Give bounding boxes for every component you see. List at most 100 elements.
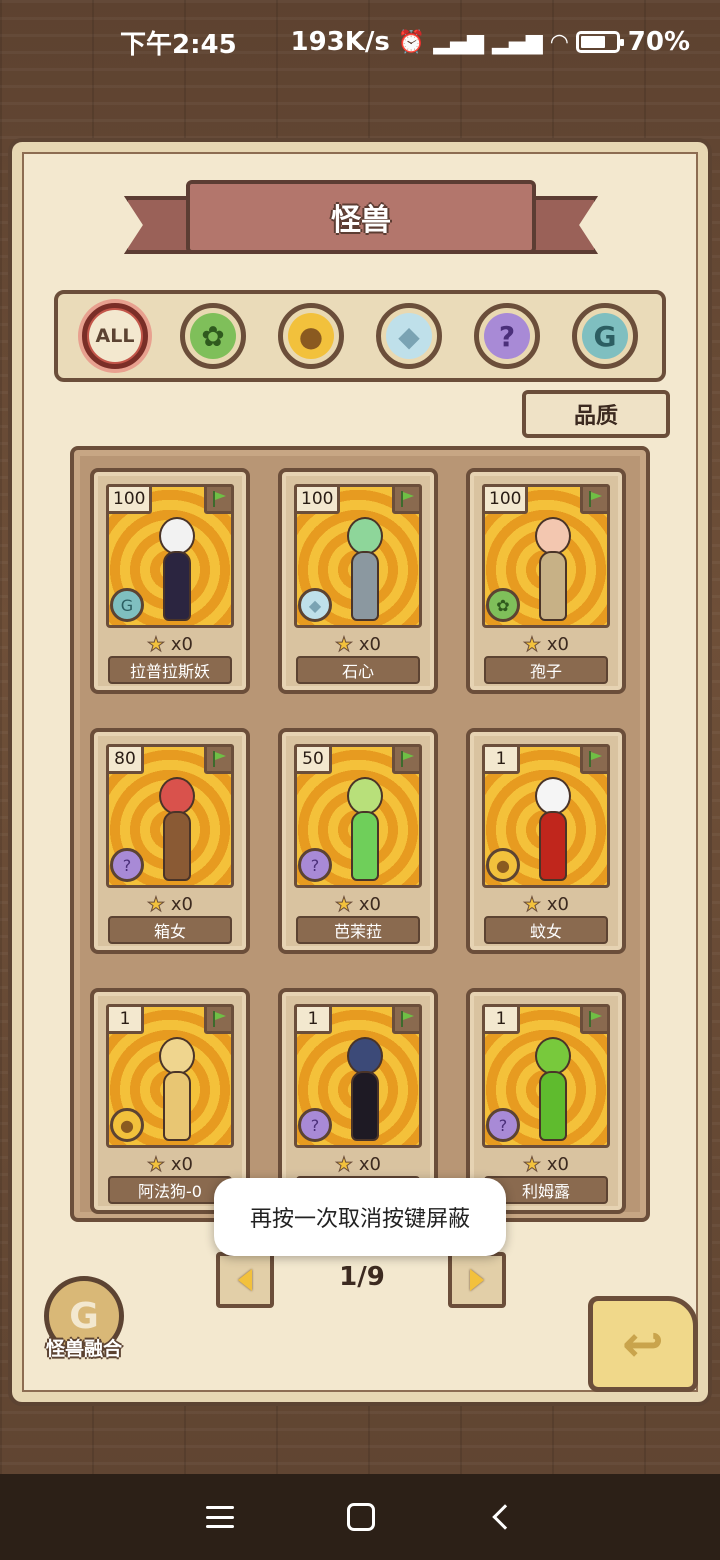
next-page-button[interactable] (448, 1252, 506, 1308)
arrow-right-icon (470, 1269, 484, 1291)
monster-name: 芭茉菈 (296, 916, 420, 944)
star-icon: ★ (334, 632, 353, 657)
monster-figure (151, 777, 201, 885)
network-speed: 193K/s (290, 27, 390, 57)
star-row: ★ x0 (470, 1152, 622, 1177)
flag-icon[interactable] (204, 1004, 234, 1034)
star-icon: ★ (146, 632, 165, 657)
signal-2-icon: ▂▄▆ (492, 29, 543, 55)
spiral-icon: G (582, 313, 628, 359)
page-indicator: 1/9 (339, 1262, 385, 1292)
flag-icon[interactable] (580, 1004, 610, 1034)
monster-count: 50 (294, 744, 332, 774)
question-icon: ? (486, 1108, 520, 1142)
filter-special-button[interactable]: G (572, 303, 638, 369)
monster-grid: 100 G ★ x0 拉普拉斯妖 100 ◆ ★ x0 石心 100 ✿ ★ x0 孢子 80? ★ x0 箱女 50… (70, 446, 650, 1222)
status-bar: 下午2:45 193K/s ⏰ ▂▄▆ ▂▄▆ ◠ 70% (0, 0, 720, 84)
spiral-icon: G (110, 588, 144, 622)
star-icon: ★ (522, 632, 541, 657)
filter-unknown-button[interactable]: ? (474, 303, 540, 369)
prev-page-button[interactable] (216, 1252, 274, 1308)
toast-message: 再按一次取消按键屏蔽 (214, 1178, 506, 1256)
battery-fill (580, 36, 605, 48)
monster-card[interactable]: 100 ✿ ★ x0 孢子 (466, 468, 626, 694)
monster-quantity: x0 (170, 1153, 194, 1175)
monster-card[interactable]: 1 ● ★ x0 蚊女 (466, 728, 626, 954)
menu-icon[interactable] (206, 1506, 235, 1528)
filter-all-button[interactable]: ALL (82, 303, 148, 369)
monster-name: 蚊女 (484, 916, 608, 944)
star-icon: ★ (146, 1152, 165, 1177)
star-row: ★ x0 (94, 892, 246, 917)
monster-card[interactable]: 100 G ★ x0 拉普拉斯妖 (90, 468, 250, 694)
filter-beast-button[interactable]: ● (278, 303, 344, 369)
star-row: ★ x0 (282, 892, 434, 917)
all-badge: ALL (89, 310, 141, 362)
star-icon: ★ (334, 892, 353, 917)
monster-count: 100 (294, 484, 341, 514)
crystal-icon: ◆ (298, 588, 332, 622)
monster-quantity: x0 (546, 893, 570, 915)
monster-name: 拉普拉斯妖 (108, 656, 232, 684)
flag-icon[interactable] (392, 1004, 422, 1034)
battery-percent: 70% (627, 27, 690, 57)
monster-count: 1 (106, 1004, 144, 1034)
battery-icon (575, 31, 624, 53)
wifi-icon: ◠ (550, 29, 568, 55)
flag-icon[interactable] (204, 744, 234, 774)
star-row: ★ x0 (94, 632, 246, 657)
filter-plant-button[interactable]: ✿ (180, 303, 246, 369)
monster-count: 80 (106, 744, 144, 774)
paw-icon: ● (288, 313, 334, 359)
monster-card[interactable]: 80? ★ x0 箱女 (90, 728, 250, 954)
star-row: ★ x0 (470, 632, 622, 657)
status-time: 下午2:45 (120, 29, 237, 60)
star-row: ★ x0 (282, 1152, 434, 1177)
monster-figure (339, 1037, 389, 1145)
flag-icon[interactable] (392, 484, 422, 514)
monster-card[interactable]: 100 ◆ ★ x0 石心 (278, 468, 438, 694)
flag-icon[interactable] (392, 744, 422, 774)
question-icon: ? (484, 313, 530, 359)
flag-icon[interactable] (204, 484, 234, 514)
flag-icon[interactable] (580, 744, 610, 774)
fusion-label: 怪兽融合 (45, 1338, 122, 1360)
monster-quantity: x0 (358, 633, 382, 655)
flag-icon[interactable] (580, 484, 610, 514)
monster-quantity: x0 (170, 633, 194, 655)
monster-card[interactable]: 50? ★ x0 芭茉菈 (278, 728, 438, 954)
star-row: ★ x0 (470, 892, 622, 917)
paw-icon: ● (486, 848, 520, 882)
monster-count: 100 (482, 484, 529, 514)
filter-mineral-button[interactable]: ◆ (376, 303, 442, 369)
monster-figure (151, 517, 201, 625)
monster-quantity: x0 (546, 1153, 570, 1175)
home-icon[interactable] (346, 1503, 375, 1531)
system-nav-bar (0, 1474, 720, 1560)
monster-name: 孢子 (484, 656, 608, 684)
return-button[interactable]: ↩ (588, 1296, 698, 1392)
star-icon: ★ (522, 892, 541, 917)
arrow-left-icon (238, 1269, 252, 1291)
monster-count: 100 (106, 484, 153, 514)
quality-sort-button[interactable]: 品质 (522, 390, 670, 438)
monster-quantity: x0 (358, 893, 382, 915)
paw-icon: ● (110, 1108, 144, 1142)
star-icon: ★ (522, 1152, 541, 1177)
monster-count: 1 (482, 744, 520, 774)
monster-name: 石心 (296, 656, 420, 684)
monster-fusion-button[interactable]: G 怪兽融合 (36, 1276, 128, 1366)
monster-count: 1 (482, 1004, 520, 1034)
back-icon[interactable] (491, 1504, 518, 1530)
return-arrow-icon: ↩ (622, 1315, 664, 1373)
signal-icon: ▂▄▆ (433, 29, 485, 55)
monster-quantity: x0 (358, 1153, 382, 1175)
page-title: 怪兽 (331, 203, 391, 238)
question-icon: ? (110, 848, 144, 882)
monster-figure (527, 1037, 577, 1145)
question-icon: ? (298, 848, 332, 882)
question-icon: ? (298, 1108, 332, 1142)
monster-name: 箱女 (108, 916, 232, 944)
category-filter-bar: ALL ✿ ● ◆? G (54, 290, 666, 382)
title-banner: 怪兽 (186, 180, 536, 254)
